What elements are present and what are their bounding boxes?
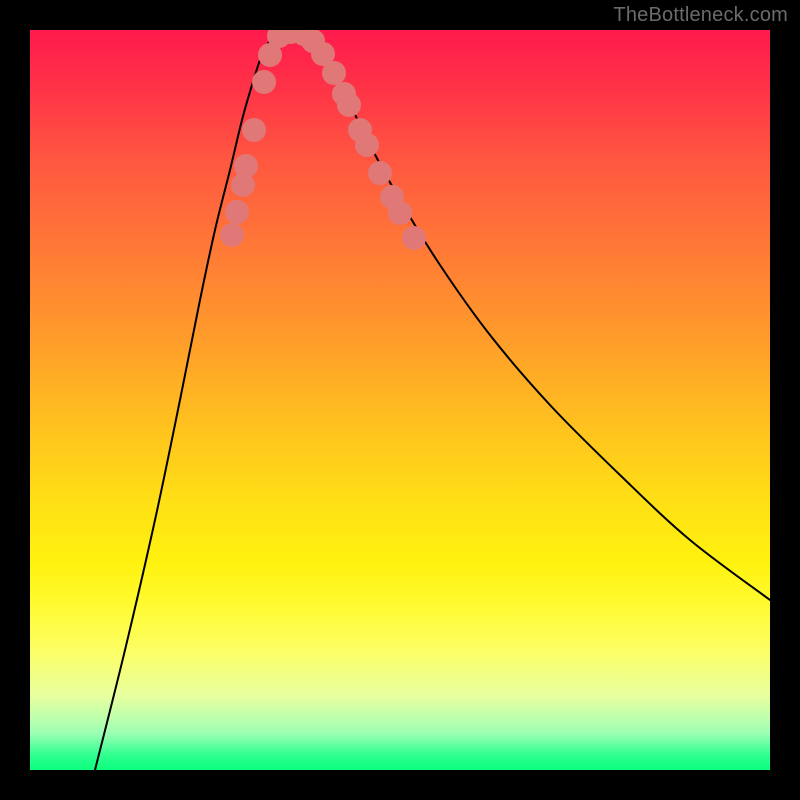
watermark-text: TheBottleneck.com bbox=[613, 4, 788, 27]
marker-dot bbox=[388, 201, 412, 225]
marker-dot bbox=[368, 161, 392, 185]
marker-dot bbox=[355, 133, 379, 157]
chart-svg bbox=[30, 30, 770, 770]
curve-left-curve bbox=[95, 30, 293, 770]
marker-dot bbox=[402, 226, 426, 250]
marker-dot bbox=[252, 70, 276, 94]
chart-frame: TheBottleneck.com bbox=[0, 0, 800, 800]
plot-area bbox=[30, 30, 770, 770]
marker-dot bbox=[234, 154, 258, 178]
marker-dot bbox=[322, 61, 346, 85]
marker-dot bbox=[225, 200, 249, 224]
curve-right-curve bbox=[293, 30, 770, 600]
marker-dot bbox=[337, 93, 361, 117]
marker-dot bbox=[242, 118, 266, 142]
marker-dot bbox=[220, 223, 244, 247]
